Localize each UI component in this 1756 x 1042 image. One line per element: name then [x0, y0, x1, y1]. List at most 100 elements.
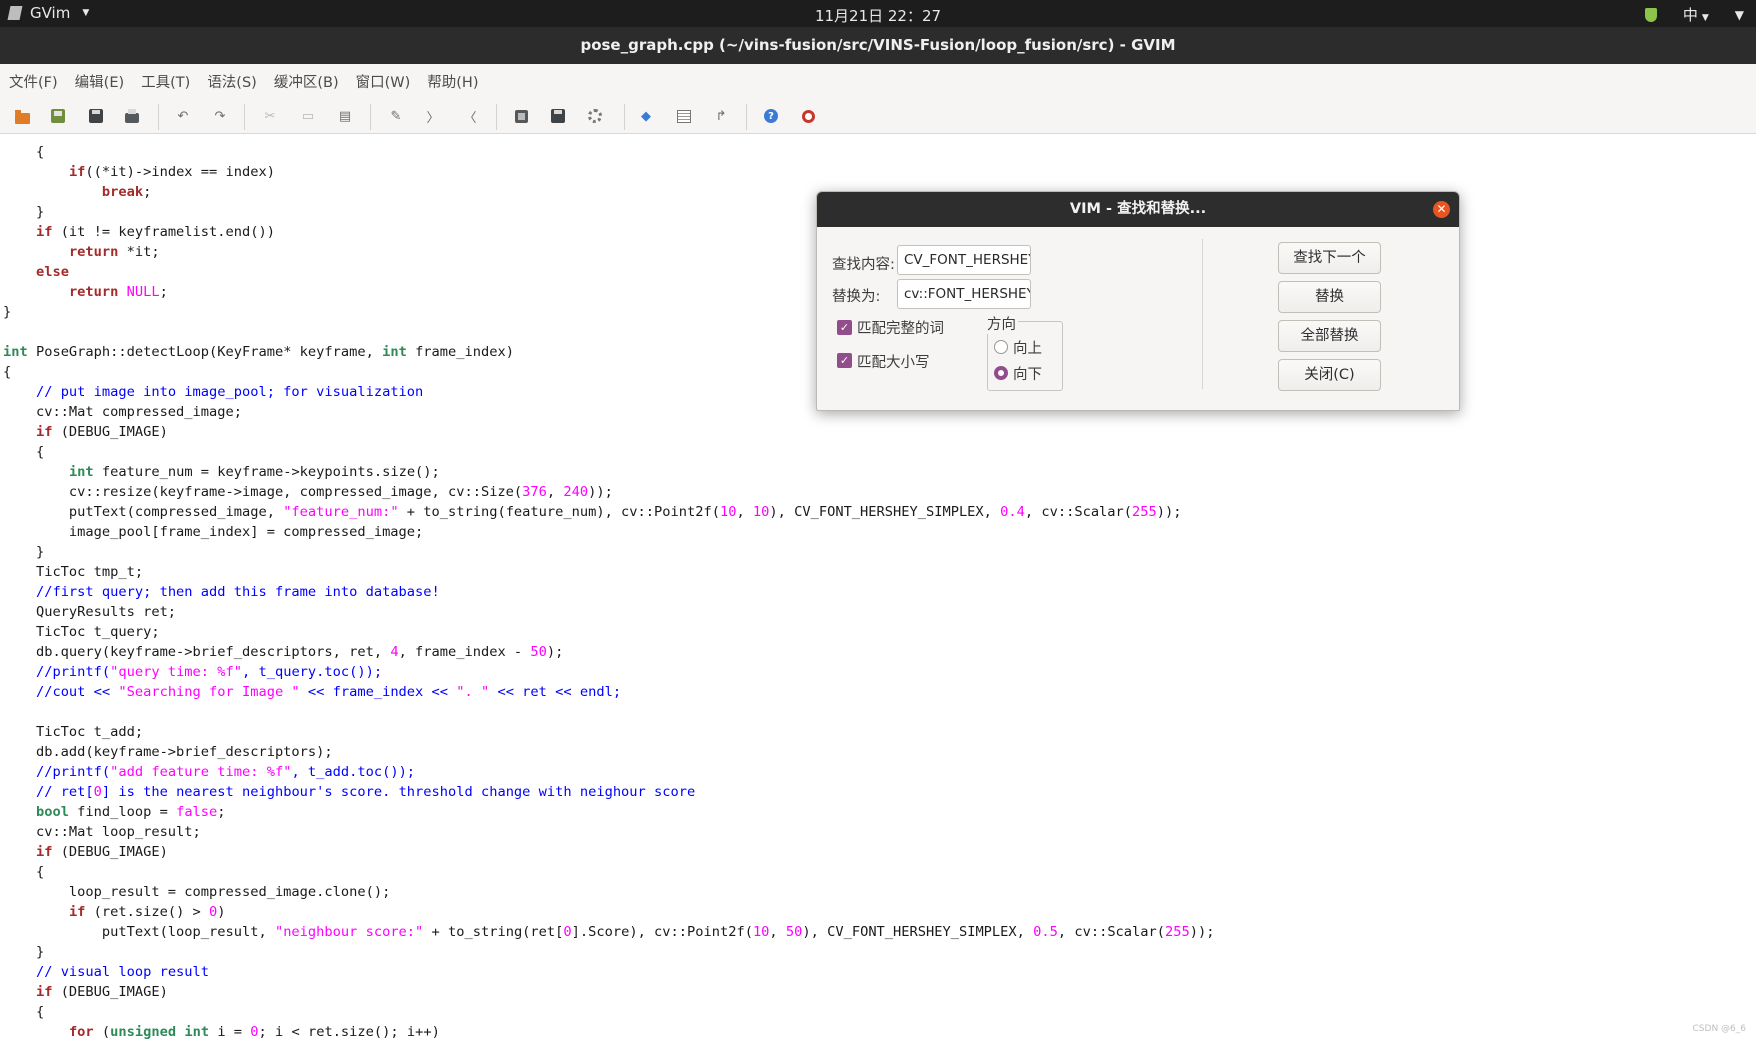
match-whole-word-label[interactable]: 匹配完整的词 — [857, 317, 944, 338]
code-token: break — [101, 184, 144, 200]
code-token: //printf( — [35, 764, 111, 780]
code-line[interactable]: db.query(keyframe->brief_descriptors, re… — [3, 642, 1214, 662]
load-session-icon[interactable] — [513, 108, 529, 124]
code-line[interactable]: } — [3, 542, 1214, 562]
code-token: 0.5 — [1033, 924, 1058, 940]
save-session-icon[interactable] — [550, 108, 566, 124]
code-token: cv::Mat compressed_image; — [3, 404, 242, 420]
code-token: ; i < ret.size(); i++) — [258, 1024, 440, 1040]
replace-button[interactable]: 替换 — [1278, 281, 1381, 313]
code-line[interactable]: TicToc t_add; — [3, 722, 1214, 742]
shell-icon[interactable] — [676, 108, 692, 124]
replace-input[interactable]: cv::FONT_HERSHEY_SIMPLEX — [897, 279, 1031, 309]
chevron-down-icon: ▼ — [1701, 13, 1709, 23]
code-line[interactable]: putText(loop_result, "neighbour score:" … — [3, 922, 1215, 942]
menu-tools[interactable]: 工具(T) — [141, 71, 190, 92]
code-line[interactable]: cv::Mat loop_result; — [3, 822, 1214, 842]
code-line[interactable]: cv::resize(keyframe->image, compressed_i… — [3, 482, 1214, 502]
direction-up-radio[interactable] — [994, 340, 1008, 354]
code-token: "add feature time: %f" — [110, 764, 292, 780]
open-file-icon[interactable] — [14, 108, 30, 124]
code-line[interactable]: db.add(keyframe->brief_descriptors); — [3, 742, 1214, 762]
code-line[interactable]: //cout << "Searching for Image " << fram… — [3, 682, 1214, 702]
make-icon[interactable]: ◆ — [638, 108, 654, 124]
code-line[interactable]: { — [3, 1002, 1214, 1022]
find-replace-icon[interactable]: ✎ — [388, 108, 404, 124]
code-line[interactable]: image_pool[frame_index] = compressed_ima… — [3, 522, 1214, 542]
code-line[interactable]: { — [3, 442, 1214, 462]
code-token: 0 — [93, 784, 102, 800]
menu-edit[interactable]: 编辑(E) — [75, 71, 124, 92]
tag-jump-icon[interactable]: ↱ — [713, 108, 729, 124]
code-token: (ret.size() > — [85, 904, 210, 920]
dialog-titlebar[interactable]: VIM - 查找和替换... ✕ — [817, 192, 1459, 227]
find-help-icon[interactable] — [800, 108, 816, 124]
code-token: 255 — [1132, 504, 1157, 520]
cut-icon[interactable]: ✂ — [262, 108, 278, 124]
code-line[interactable]: // visual loop result — [3, 962, 1214, 982]
code-line[interactable]: { — [3, 142, 1214, 162]
menu-help[interactable]: 帮助(H) — [427, 71, 478, 92]
code-token: //printf( — [35, 664, 111, 680]
clock[interactable]: 11月21日 22：27 — [0, 5, 1756, 26]
code-line[interactable]: if((*it)->index == index) — [3, 162, 1214, 182]
run-script-icon[interactable] — [587, 108, 603, 124]
undo-icon[interactable]: ↶ — [175, 108, 191, 124]
match-case-label[interactable]: 匹配大小写 — [857, 351, 930, 372]
menu-window[interactable]: 窗口(W) — [356, 71, 411, 92]
direction-down-label[interactable]: 向下 — [1013, 363, 1042, 384]
code-line[interactable]: putText(compressed_image, "feature_num:"… — [3, 502, 1214, 522]
save-file-icon[interactable] — [50, 108, 66, 124]
code-token: "Searching for Image " — [118, 684, 300, 700]
code-line[interactable]: for (unsigned int i = 0; i < ret.size();… — [3, 1022, 1214, 1042]
code-line[interactable]: } — [3, 942, 1214, 962]
code-line[interactable]: // ret[0] is the nearest neighbour's sco… — [3, 782, 1214, 802]
find-next-icon[interactable]: 〉 — [425, 108, 441, 126]
code-line[interactable]: QueryResults ret; — [3, 602, 1214, 622]
find-input[interactable]: CV_FONT_HERSHEY_SIMPLEX — [897, 245, 1031, 275]
code-line[interactable]: if (ret.size() > 0) — [3, 902, 1214, 922]
code-token: if — [35, 984, 53, 1000]
menu-file[interactable]: 文件(F) — [9, 71, 58, 92]
menu-buffers[interactable]: 缓冲区(B) — [274, 71, 339, 92]
menu-syntax[interactable]: 语法(S) — [207, 71, 257, 92]
code-line[interactable]: //printf("add feature time: %f", t_add.t… — [3, 762, 1214, 782]
code-line[interactable]: loop_result = compressed_image.clone(); — [3, 882, 1214, 902]
help-icon[interactable]: ? — [763, 108, 779, 124]
close-button[interactable]: 关闭(C) — [1278, 359, 1381, 391]
close-icon[interactable]: ✕ — [1433, 201, 1450, 218]
code-line[interactable]: int feature_num = keyframe->keypoints.si… — [3, 462, 1214, 482]
copy-icon[interactable]: ▭ — [300, 108, 316, 124]
system-menu-icon[interactable]: ▼ — [1735, 8, 1744, 22]
save-all-icon[interactable] — [88, 108, 104, 124]
find-prev-icon[interactable]: 〈 — [462, 108, 478, 126]
direction-up-label[interactable]: 向上 — [1013, 337, 1042, 358]
redo-icon[interactable]: ↷ — [212, 108, 228, 124]
code-token: db.query(keyframe->brief_descriptors, re… — [3, 644, 391, 660]
direction-down-radio[interactable] — [994, 366, 1008, 380]
code-line[interactable]: TicToc t_query; — [3, 622, 1214, 642]
replace-all-button[interactable]: 全部替换 — [1278, 320, 1381, 352]
code-line[interactable]: TicToc tmp_t; — [3, 562, 1214, 582]
menu-bar: 文件(F) 编辑(E) 工具(T) 语法(S) 缓冲区(B) 窗口(W) 帮助(… — [0, 64, 1756, 98]
paste-icon[interactable]: ▤ — [337, 108, 353, 124]
shield-icon[interactable] — [1644, 7, 1657, 22]
code-line[interactable] — [3, 702, 1214, 722]
code-token: QueryResults ret; — [3, 604, 177, 620]
input-method-indicator[interactable]: 中 ▼ — [1683, 4, 1709, 25]
print-icon[interactable] — [124, 108, 140, 124]
code-line[interactable]: if (DEBUG_IMAGE) — [3, 422, 1214, 442]
code-line[interactable]: { — [3, 862, 1214, 882]
code-line[interactable]: //printf("query time: %f", t_query.toc()… — [3, 662, 1214, 682]
code-token: } — [3, 944, 45, 960]
code-line[interactable]: //first query; then add this frame into … — [3, 582, 1214, 602]
find-next-button[interactable]: 查找下一个 — [1278, 242, 1381, 274]
code-line[interactable]: if (DEBUG_IMAGE) — [3, 982, 1214, 1002]
code-line[interactable]: bool find_loop = false; — [3, 802, 1214, 822]
code-line[interactable]: if (DEBUG_IMAGE) — [3, 842, 1214, 862]
code-token: { — [3, 1004, 45, 1020]
match-whole-word-checkbox[interactable]: ✓ — [837, 320, 852, 335]
match-case-checkbox[interactable]: ✓ — [837, 353, 852, 368]
